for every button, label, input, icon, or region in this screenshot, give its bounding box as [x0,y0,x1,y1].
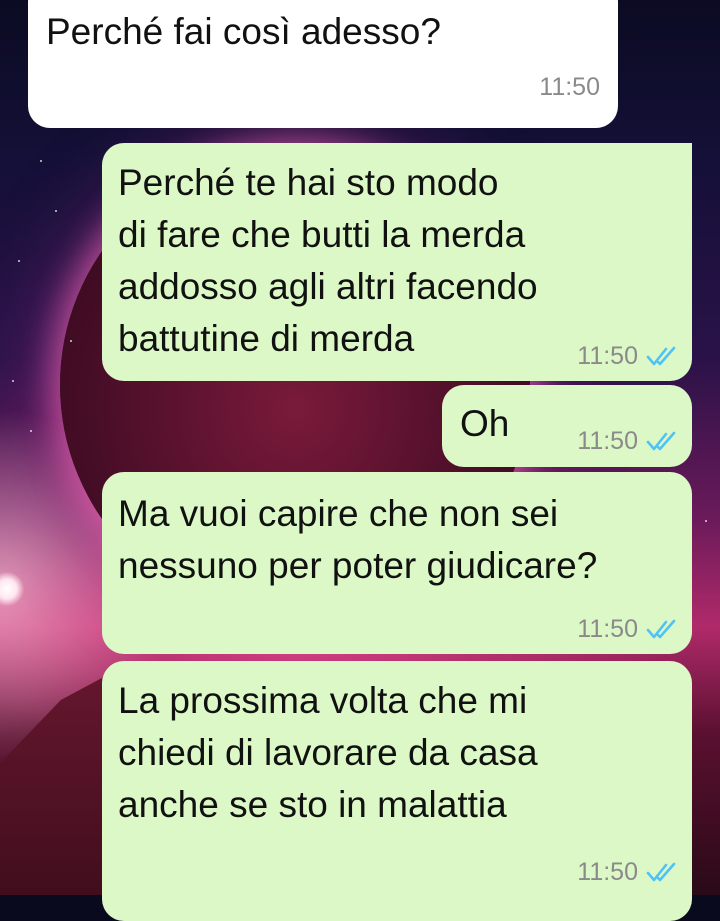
message-bubble-incoming[interactable]: Perché fai così adesso? 11:50 [28,0,618,128]
message-bubble-outgoing[interactable]: Oh 11:50 [442,385,692,467]
message-time: 11:50 [577,858,638,886]
double-check-icon [646,346,676,366]
message-text: Ma vuoi capire che non sei nessuno per p… [118,493,598,586]
message-bubble-outgoing[interactable]: Perché te hai sto modo di fare che butti… [102,143,692,381]
message-time: 11:50 [577,342,638,370]
message-text: Perché te hai sto modo di fare che butti… [118,162,538,359]
message-time: 11:50 [539,73,600,101]
double-check-icon [646,862,676,882]
message-time: 11:50 [577,615,638,643]
message-bubble-outgoing[interactable]: La prossima volta che mi chiedi di lavor… [102,661,692,921]
wallpaper-sun [0,572,24,606]
message-bubble-outgoing[interactable]: Ma vuoi capire che non sei nessuno per p… [102,472,692,654]
message-text: La prossima volta che mi chiedi di lavor… [118,680,538,825]
message-text: Oh [460,403,510,444]
message-text: Perché fai così adesso? [46,11,441,52]
double-check-icon [646,619,676,639]
double-check-icon [646,431,676,451]
message-time: 11:50 [577,427,638,455]
